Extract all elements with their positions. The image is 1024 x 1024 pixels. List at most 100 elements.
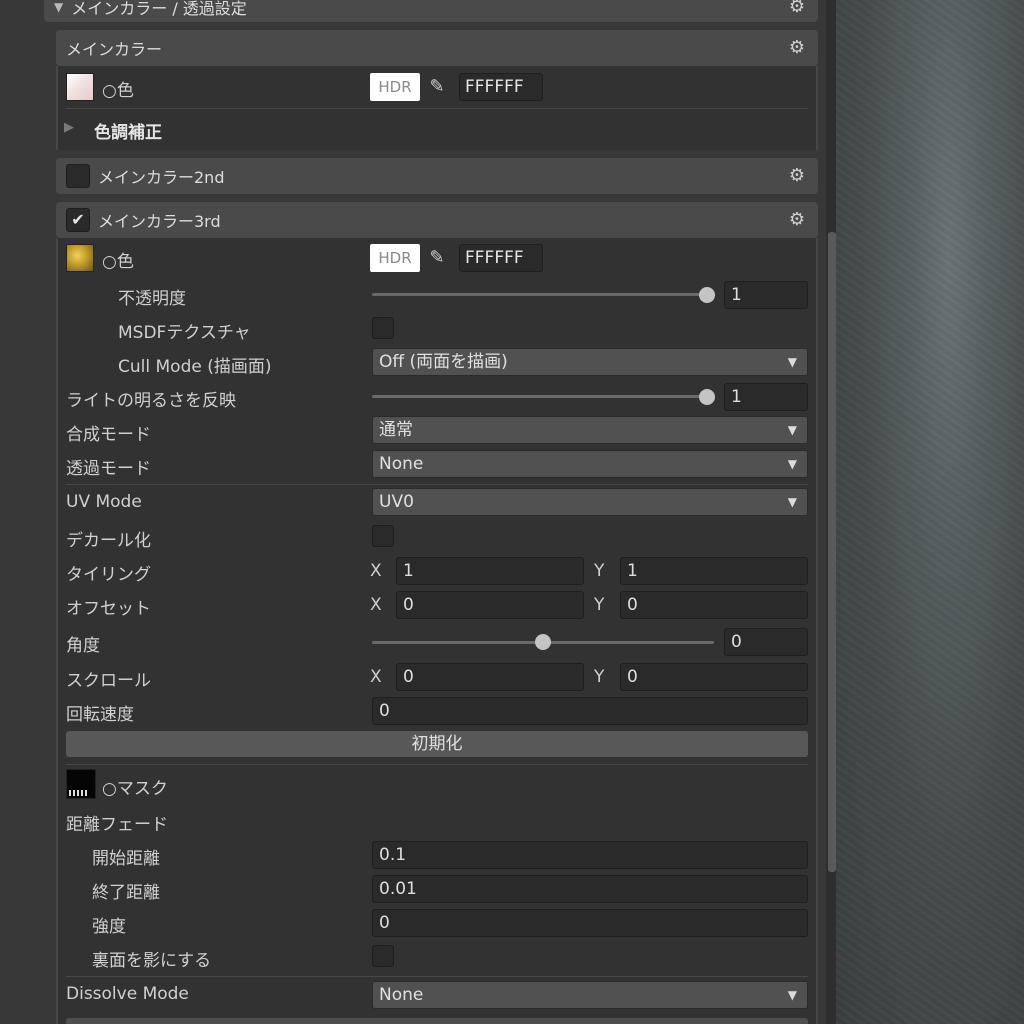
distance-fade-label: 距離フェード [66,815,168,835]
gear-icon[interactable]: ⚙ [786,0,808,18]
scene-view [836,0,1024,1024]
cull-mode-value: Off (両面を描画) [379,352,508,372]
opacity-field[interactable]: 1 [724,281,808,309]
strength-label: 強度 [92,917,126,937]
transparency-mode-label: 透過モード [66,459,151,479]
angle-field[interactable]: 0 [724,628,808,656]
divider [66,764,808,765]
rotation-speed-field[interactable]: 0 [372,697,808,725]
scroll-y-field[interactable]: 0 [620,663,808,691]
color-adjust-foldout[interactable]: 色調補正 [94,118,162,143]
eyedropper-icon[interactable]: ✎ [422,244,452,272]
tiling-label: タイリング [66,565,151,585]
checkmark-icon: ✔ [71,210,85,229]
triangle-down-icon: ▼ [787,495,797,509]
section-title: メインカラー / 透過設定 [71,0,247,18]
rotation-speed-label: 回転速度 [66,705,134,725]
main-color-3rd-title: メインカラー3rd [98,212,221,231]
decal-label: デカール化 [66,531,151,551]
blend-mode-label: 合成モード [66,425,151,445]
scroll-label: スクロール [66,671,151,691]
opacity-slider-handle[interactable] [699,287,715,303]
gear-icon[interactable]: ⚙ [786,37,808,59]
angle-label: 角度 [66,636,100,656]
reset-button[interactable]: 初期化 [66,731,808,757]
color-label: ○色 [102,252,134,272]
scroll-x-field[interactable]: 0 [396,663,584,691]
fade-end-label: 終了距離 [92,883,160,903]
offset-label: オフセット [66,599,151,619]
backface-shadow-label: 裏面を影にする [92,951,212,971]
mask-texture-thumbnail[interactable] [66,769,96,799]
scroll-x-label: X [370,667,382,687]
main-color-2nd-header[interactable]: メインカラー2nd ⚙ [56,158,818,194]
hdr-color-swatch[interactable]: HDR [370,244,420,272]
main-color-header[interactable]: メインカラー ⚙ [56,30,818,66]
main-color-label: ○色 [102,81,134,101]
offset-y-label: Y [594,595,605,615]
cull-mode-dropdown[interactable]: Off (両面を描画) ▼ [372,348,808,376]
fade-start-field[interactable]: 0.1 [372,841,808,869]
tiling-y-field[interactable]: 1 [620,557,808,585]
strength-field[interactable]: 0 [372,909,808,937]
foldout-arrow-icon[interactable]: ▶ [64,120,74,135]
opacity-label: 不透明度 [118,289,186,309]
light-slider-track[interactable] [372,395,712,398]
divider [66,108,808,109]
decal-checkbox[interactable] [372,525,394,547]
hdr-color-swatch[interactable]: HDR [370,73,420,101]
blend-mode-value: 通常 [379,420,413,440]
fade-start-label: 開始距離 [92,849,160,869]
eyedropper-icon[interactable]: ✎ [422,73,452,101]
backface-shadow-checkbox[interactable] [372,945,394,967]
foldout-arrow-icon: ▼ [54,0,64,14]
tiling-x-field[interactable]: 1 [396,557,584,585]
uv-mode-label: UV Mode [66,492,142,512]
hex-color-field[interactable]: FFFFFF [459,244,543,272]
light-slider-handle[interactable] [699,389,715,405]
divider [66,484,808,485]
tiling-x-label: X [370,561,382,581]
triangle-down-icon: ▼ [787,355,797,369]
blend-mode-dropdown[interactable]: 通常 ▼ [372,416,808,444]
tiling-y-label: Y [594,561,605,581]
fade-end-field[interactable]: 0.01 [372,875,808,903]
main-color-3rd-header[interactable]: ✔ メインカラー3rd ⚙ [56,202,818,238]
opacity-slider-track[interactable] [372,293,712,296]
offset-x-label: X [370,595,382,615]
main-color-3rd-texture-thumbnail[interactable] [66,244,94,272]
dissolve-mode-label: Dissolve Mode [66,984,189,1004]
light-label: ライトの明るさを反映 [66,391,236,411]
main-color-2nd-title: メインカラー2nd [98,168,225,187]
uv-mode-value: UV0 [379,492,414,512]
uv-mode-dropdown[interactable]: UV0 ▼ [372,488,808,516]
angle-slider-handle[interactable] [535,634,551,650]
divider [66,976,808,977]
gear-icon[interactable]: ⚙ [786,165,808,187]
msdf-checkbox[interactable] [372,317,394,339]
cull-mode-label: Cull Mode (描画面) [118,357,272,377]
offset-y-field[interactable]: 0 [620,591,808,619]
scroll-y-label: Y [594,667,605,687]
hex-color-field[interactable]: FFFFFF [459,73,543,101]
next-row-partial [66,1018,808,1024]
triangle-down-icon: ▼ [787,423,797,437]
transparency-mode-dropdown[interactable]: None ▼ [372,450,808,478]
light-field[interactable]: 1 [724,383,808,411]
left-gutter [0,0,44,1024]
main-color-title: メインカラー [66,40,163,59]
msdf-label: MSDFテクスチャ [118,323,251,343]
dissolve-mode-value: None [379,985,424,1005]
triangle-down-icon: ▼ [787,457,797,471]
section-header-main-color-transparency[interactable]: ▼ メインカラー / 透過設定 ⚙ [44,0,818,22]
transparency-mode-value: None [379,454,424,474]
dissolve-mode-dropdown[interactable]: None ▼ [372,981,808,1009]
gear-icon[interactable]: ⚙ [786,209,808,231]
main-color-2nd-toggle[interactable] [66,164,90,188]
offset-x-field[interactable]: 0 [396,591,584,619]
triangle-down-icon: ▼ [787,988,797,1002]
main-color-3rd-toggle[interactable]: ✔ [66,208,90,232]
main-color-texture-thumbnail[interactable] [66,73,94,101]
mask-label: ○マスク [102,779,168,799]
scrollbar-thumb[interactable] [828,232,836,872]
